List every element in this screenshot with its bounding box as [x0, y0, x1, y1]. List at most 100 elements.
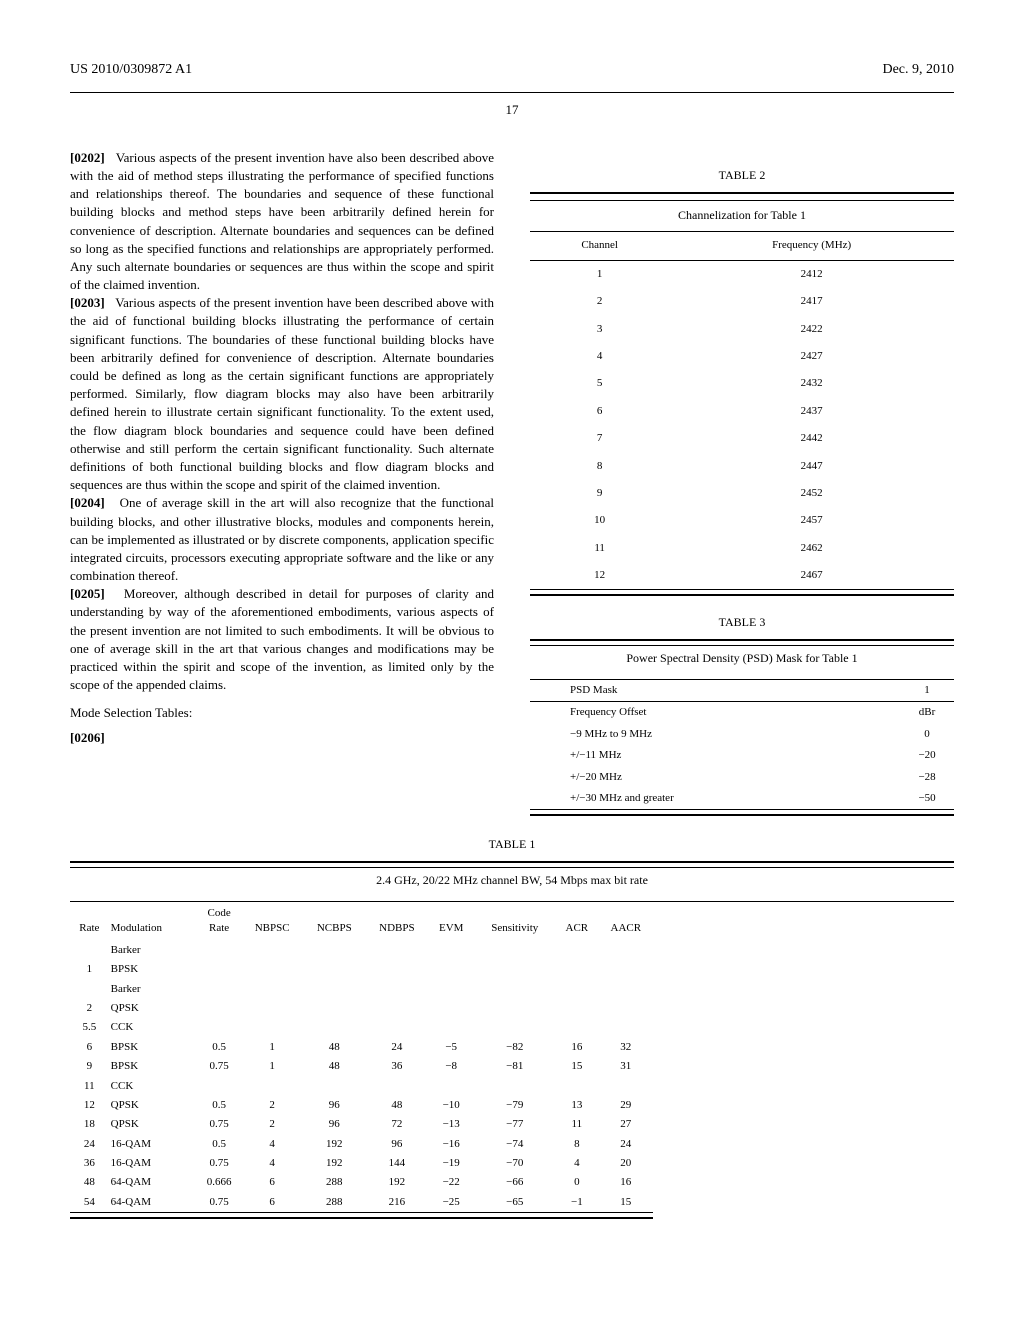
cell: 2467	[669, 562, 954, 589]
cell: +/−30 MHz and greater	[530, 788, 900, 809]
publication-number: US 2010/0309872 A1	[70, 60, 192, 80]
col-modulation: Modulation	[109, 902, 197, 941]
table3-label: TABLE 3	[530, 614, 954, 631]
cell: −66	[474, 1173, 556, 1192]
table-row: 122467	[530, 562, 954, 589]
cell	[241, 960, 303, 979]
table-row: 42427	[530, 343, 954, 370]
cell: 2417	[669, 288, 954, 315]
cell: −79	[474, 1096, 556, 1115]
cell: −9 MHz to 9 MHz	[530, 724, 900, 745]
table-row: 11CCK	[70, 1077, 653, 1096]
cell	[241, 1077, 303, 1096]
cell: 36	[365, 1057, 428, 1076]
cell: 0	[900, 724, 954, 745]
page-number: 17	[70, 101, 954, 119]
cell: 10	[530, 507, 669, 534]
table-row: Barker	[70, 980, 653, 999]
cell: 0.5	[197, 1135, 241, 1154]
cell: 15	[598, 1193, 653, 1212]
cell	[365, 1077, 428, 1096]
cell: 2	[530, 288, 669, 315]
col-sensitivity: Sensitivity	[474, 902, 556, 941]
cell: 29	[598, 1096, 653, 1115]
cell: QPSK	[109, 1115, 197, 1134]
cell	[474, 999, 556, 1018]
cell: 2442	[669, 425, 954, 452]
cell: −13	[428, 1115, 473, 1134]
table-row: Frequency OffsetdBr	[530, 702, 954, 723]
table1-caption: 2.4 GHz, 20/22 MHz channel BW, 54 Mbps m…	[70, 868, 954, 893]
cell: 0.5	[197, 1038, 241, 1057]
cell: 96	[303, 1115, 365, 1134]
col-aacr: AACR	[598, 902, 653, 941]
para-number: [0202]	[70, 150, 105, 165]
cell: 2452	[669, 480, 954, 507]
table-header-row: Rate Modulation Code Rate NBPSC NCBPS ND…	[70, 902, 653, 941]
col-ndbps: NDBPS	[365, 902, 428, 941]
cell: CCK	[109, 1018, 197, 1037]
cell: 192	[303, 1135, 365, 1154]
para-number: [0203]	[70, 295, 105, 310]
para-number: [0205]	[70, 586, 105, 601]
table3: PSD Mask 1 Frequency OffsetdBr−9 MHz to …	[530, 680, 954, 809]
cell: −1	[556, 1193, 599, 1212]
cell: 288	[303, 1193, 365, 1212]
publication-date: Dec. 9, 2010	[882, 60, 954, 80]
table-header-row: PSD Mask 1	[530, 680, 954, 701]
cell: 2422	[669, 316, 954, 343]
cell: BPSK	[109, 960, 197, 979]
cell: 2412	[669, 261, 954, 288]
table-row: 72442	[530, 425, 954, 452]
cell: CCK	[109, 1077, 197, 1096]
cell: 16-QAM	[109, 1154, 197, 1173]
cell: 72	[365, 1115, 428, 1134]
table-row: 62437	[530, 398, 954, 425]
col-code-rate: Code Rate	[197, 902, 241, 941]
cell: 216	[365, 1193, 428, 1212]
cell: 48	[303, 1057, 365, 1076]
cell: QPSK	[109, 999, 197, 1018]
cell	[197, 960, 241, 979]
table-row: 18QPSK0.7529672−13−771127	[70, 1115, 653, 1134]
table-row: 4864-QAM0.6666288192−22−66016	[70, 1173, 653, 1192]
cell: 2427	[669, 343, 954, 370]
table-row: 5464-QAM0.756288216−25−65−115	[70, 1193, 653, 1212]
cell: −10	[428, 1096, 473, 1115]
table-row: 92452	[530, 480, 954, 507]
mode-selection-label: Mode Selection Tables:	[70, 704, 494, 722]
cell: 0.75	[197, 1193, 241, 1212]
cell: 32	[598, 1038, 653, 1057]
cell: 0.666	[197, 1173, 241, 1192]
cell: 48	[303, 1038, 365, 1057]
cell: 64-QAM	[109, 1173, 197, 1192]
cell: −82	[474, 1038, 556, 1057]
col-evm: EVM	[428, 902, 473, 941]
cell: +/−11 MHz	[530, 745, 900, 766]
cell: 6	[241, 1173, 303, 1192]
col-ncbps: NCBPS	[303, 902, 365, 941]
table2: Channel Frequency (MHz) 1241222417324224…	[530, 232, 954, 589]
paragraph-0202: [0202] Various aspects of the present in…	[70, 149, 494, 295]
cell: 20	[598, 1154, 653, 1173]
table-row: +/−20 MHz−28	[530, 767, 954, 788]
cell: 192	[303, 1154, 365, 1173]
cell	[598, 1018, 653, 1037]
cell	[197, 1077, 241, 1096]
cell: 24	[70, 1135, 109, 1154]
cell: −74	[474, 1135, 556, 1154]
para-number: [0204]	[70, 495, 105, 510]
cell: −77	[474, 1115, 556, 1134]
cell	[428, 999, 473, 1018]
cell: 48	[70, 1173, 109, 1192]
header-divider	[70, 92, 954, 93]
cell: 16-QAM	[109, 1135, 197, 1154]
paragraph-0206: [0206]	[70, 729, 494, 747]
cell: 96	[303, 1096, 365, 1115]
table-row: 102457	[530, 507, 954, 534]
paragraph-0204: [0204] One of average skill in the art w…	[70, 494, 494, 585]
col-nbpsc: NBPSC	[241, 902, 303, 941]
table-row: Barker	[70, 941, 653, 960]
cell: 6	[70, 1038, 109, 1057]
cell: 16	[598, 1173, 653, 1192]
